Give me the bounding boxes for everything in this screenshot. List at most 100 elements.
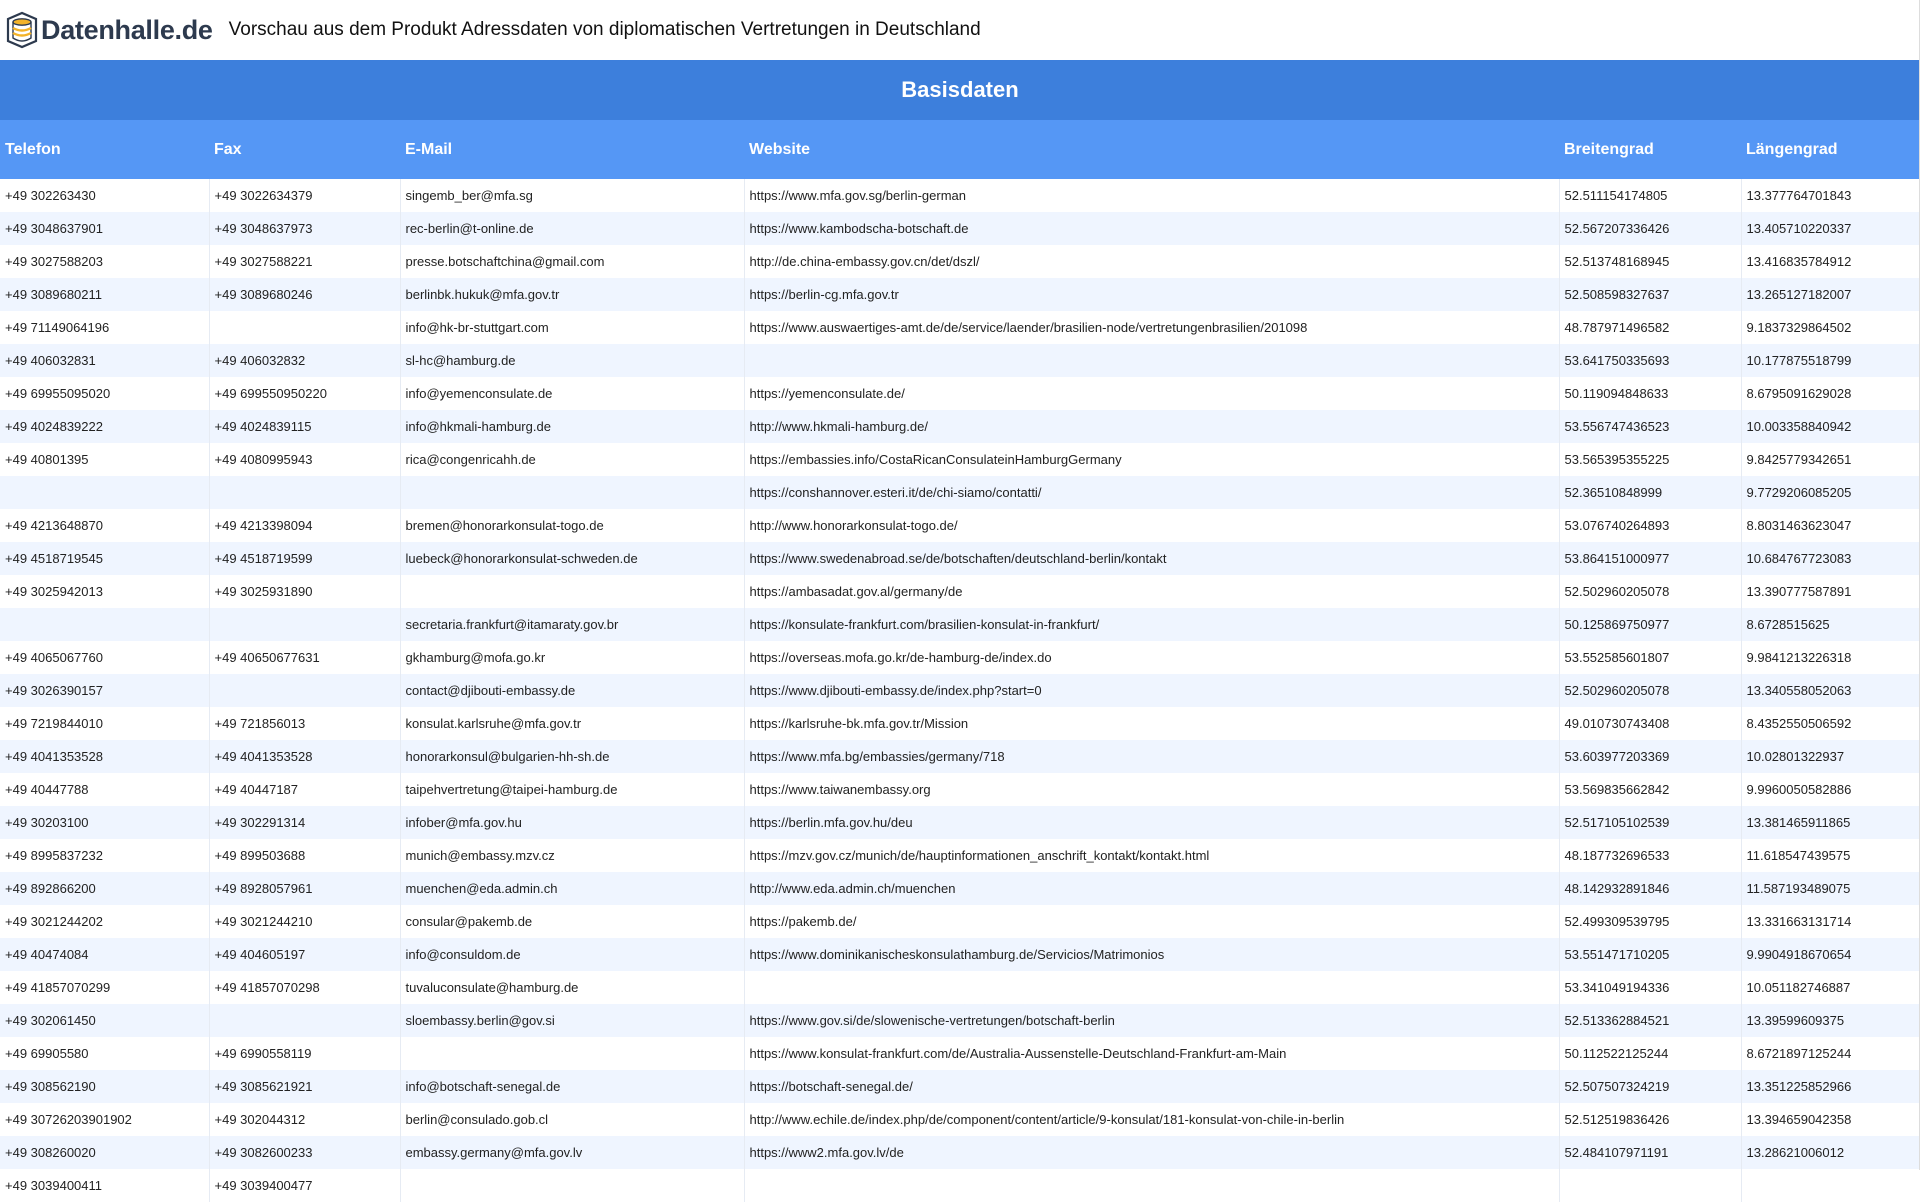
fax-cell: +49 3027588221 — [209, 245, 401, 278]
laengengrad-cell: 10.003358840942 — [1741, 410, 1920, 443]
email-cell: muenchen@eda.admin.ch — [400, 872, 745, 905]
laengengrad-cell: 9.9960050582886 — [1741, 773, 1920, 806]
breitengrad-cell: 53.864151000977 — [1559, 542, 1742, 575]
column-header-laengengrad[interactable]: Längengrad — [1741, 120, 1920, 179]
email-cell: consular@pakemb.de — [400, 905, 745, 938]
email-cell: sl-hc@hamburg.de — [400, 344, 745, 377]
laengengrad-cell: 10.684767723083 — [1741, 542, 1920, 575]
email-cell: tuvaluconsulate@hamburg.de — [400, 971, 745, 1004]
breitengrad-cell: 49.010730743408 — [1559, 707, 1742, 740]
laengengrad-cell: 10.177875518799 — [1741, 344, 1920, 377]
website-cell: https://www.kambodscha-botschaft.de — [744, 212, 1560, 245]
fax-cell — [209, 311, 401, 344]
table-body: +49 302263430 +49 3022634379 singemb_ber@m… — [0, 179, 1920, 1202]
email-cell: info@consuldom.de — [400, 938, 745, 971]
column-header-telefon[interactable]: Telefon — [0, 120, 209, 179]
table-row: +49 3048637901 +49 3048637973 rec-berlin@t… — [0, 212, 1920, 245]
website-cell: https://botschaft-senegal.de/ — [744, 1070, 1560, 1103]
email-cell: infober@mfa.gov.hu — [400, 806, 745, 839]
email-cell: berlinbk.hukuk@mfa.gov.tr — [400, 278, 745, 311]
telefon-cell: +49 41857070299 — [0, 971, 210, 1004]
website-cell: http://www.hkmali-hamburg.de/ — [744, 410, 1560, 443]
column-header-fax[interactable]: Fax — [209, 120, 400, 179]
table-row: +49 4213648870 +49 4213398094 bremen@honor… — [0, 509, 1920, 542]
email-cell: rica@congenricahh.de — [400, 443, 745, 476]
email-cell: embassy.germany@mfa.gov.lv — [400, 1136, 745, 1169]
table-row: +49 41857070299 +49 41857070298 tuvalucons… — [0, 971, 1920, 1004]
email-cell: gkhamburg@mofa.go.kr — [400, 641, 745, 674]
telefon-cell — [0, 608, 210, 641]
telefon-cell: +49 4041353528 — [0, 740, 210, 773]
laengengrad-cell: 9.8425779342651 — [1741, 443, 1920, 476]
laengengrad-cell: 9.9904918670654 — [1741, 938, 1920, 971]
telefon-cell — [0, 476, 210, 509]
email-cell: info@yemenconsulate.de — [400, 377, 745, 410]
email-cell: berlin@consulado.gob.cl — [400, 1103, 745, 1136]
email-cell: taipehvertretung@taipei-hamburg.de — [400, 773, 745, 806]
table-row: secretaria.frankfurt@itamaraty.gov.br htt… — [0, 608, 1920, 641]
datenhalle-logo[interactable]: Datenhalle.de — [6, 11, 213, 49]
fax-cell: +49 3089680246 — [209, 278, 401, 311]
breitengrad-cell: 52.484107971191 — [1559, 1136, 1742, 1169]
breitengrad-cell: 50.119094848633 — [1559, 377, 1742, 410]
telefon-cell: +49 3026390157 — [0, 674, 210, 707]
laengengrad-cell: 13.265127182007 — [1741, 278, 1920, 311]
column-header-email[interactable]: E-Mail — [400, 120, 744, 179]
telefon-cell: +49 40801395 — [0, 443, 210, 476]
breitengrad-cell: 52.502960205078 — [1559, 674, 1742, 707]
email-cell: info@hkmali-hamburg.de — [400, 410, 745, 443]
telefon-cell: +49 892866200 — [0, 872, 210, 905]
telefon-cell: +49 40474084 — [0, 938, 210, 971]
laengengrad-cell: 13.405710220337 — [1741, 212, 1920, 245]
fax-cell: +49 3039400477 — [209, 1169, 401, 1202]
breitengrad-cell: 52.511154174805 — [1559, 179, 1742, 212]
email-cell — [400, 476, 745, 509]
laengengrad-cell: 13.416835784912 — [1741, 245, 1920, 278]
website-cell: https://yemenconsulate.de/ — [744, 377, 1560, 410]
fax-cell: +49 302044312 — [209, 1103, 401, 1136]
breitengrad-cell: 52.513362884521 — [1559, 1004, 1742, 1037]
telefon-cell: +49 3027588203 — [0, 245, 210, 278]
website-cell: http://www.eda.admin.ch/muenchen — [744, 872, 1560, 905]
breitengrad-cell: 48.142932891846 — [1559, 872, 1742, 905]
website-cell: https://www.djibouti-embassy.de/index.ph… — [744, 674, 1560, 707]
table-row: +49 8995837232 +49 899503688 munich@embass… — [0, 839, 1920, 872]
laengengrad-cell: 8.8031463623047 — [1741, 509, 1920, 542]
telefon-cell: +49 69905580 — [0, 1037, 210, 1070]
telefon-cell: +49 3048637901 — [0, 212, 210, 245]
laengengrad-cell: 8.4352550506592 — [1741, 707, 1920, 740]
email-cell: contact@djibouti-embassy.de — [400, 674, 745, 707]
laengengrad-cell: 8.6721897125244 — [1741, 1037, 1920, 1070]
fax-cell: +49 3022634379 — [209, 179, 401, 212]
fax-cell: +49 3021244210 — [209, 905, 401, 938]
fax-cell: +49 4041353528 — [209, 740, 401, 773]
breitengrad-cell: 48.187732696533 — [1559, 839, 1742, 872]
breitengrad-cell: 53.076740264893 — [1559, 509, 1742, 542]
email-cell: bremen@honorarkonsulat-togo.de — [400, 509, 745, 542]
database-icon — [6, 11, 38, 49]
email-cell: secretaria.frankfurt@itamaraty.gov.br — [400, 608, 745, 641]
email-cell: munich@embassy.mzv.cz — [400, 839, 745, 872]
section-title: Basisdaten — [901, 77, 1019, 102]
fax-cell: +49 4024839115 — [209, 410, 401, 443]
telefon-cell: +49 3039400411 — [0, 1169, 210, 1202]
table-row: +49 4065067760 +49 40650677631 gkhamburg@m… — [0, 641, 1920, 674]
fax-cell: +49 40650677631 — [209, 641, 401, 674]
website-cell: https://berlin.mfa.gov.hu/deu — [744, 806, 1560, 839]
table-row: +49 3039400411 +49 3039400477 — [0, 1169, 1920, 1202]
email-cell: info@hk-br-stuttgart.com — [400, 311, 745, 344]
website-cell: https://www2.mfa.gov.lv/de — [744, 1136, 1560, 1169]
column-header-website[interactable]: Website — [744, 120, 1559, 179]
website-cell: https://conshannover.esteri.it/de/chi-si… — [744, 476, 1560, 509]
telefon-cell: +49 4518719545 — [0, 542, 210, 575]
table-row: +49 4024839222 +49 4024839115 info@hkmali-… — [0, 410, 1920, 443]
breitengrad-cell: 53.603977203369 — [1559, 740, 1742, 773]
column-header-breitengrad[interactable]: Breitengrad — [1559, 120, 1741, 179]
breitengrad-cell: 52.502960205078 — [1559, 575, 1742, 608]
breitengrad-cell: 48.787971496582 — [1559, 311, 1742, 344]
data-table: Telefon Fax E-Mail Website Breitengrad L… — [0, 120, 1920, 1202]
laengengrad-cell: 13.390777587891 — [1741, 575, 1920, 608]
laengengrad-cell: 10.051182746887 — [1741, 971, 1920, 1004]
telefon-cell: +49 30726203901902 — [0, 1103, 210, 1136]
telefon-cell: +49 308260020 — [0, 1136, 210, 1169]
